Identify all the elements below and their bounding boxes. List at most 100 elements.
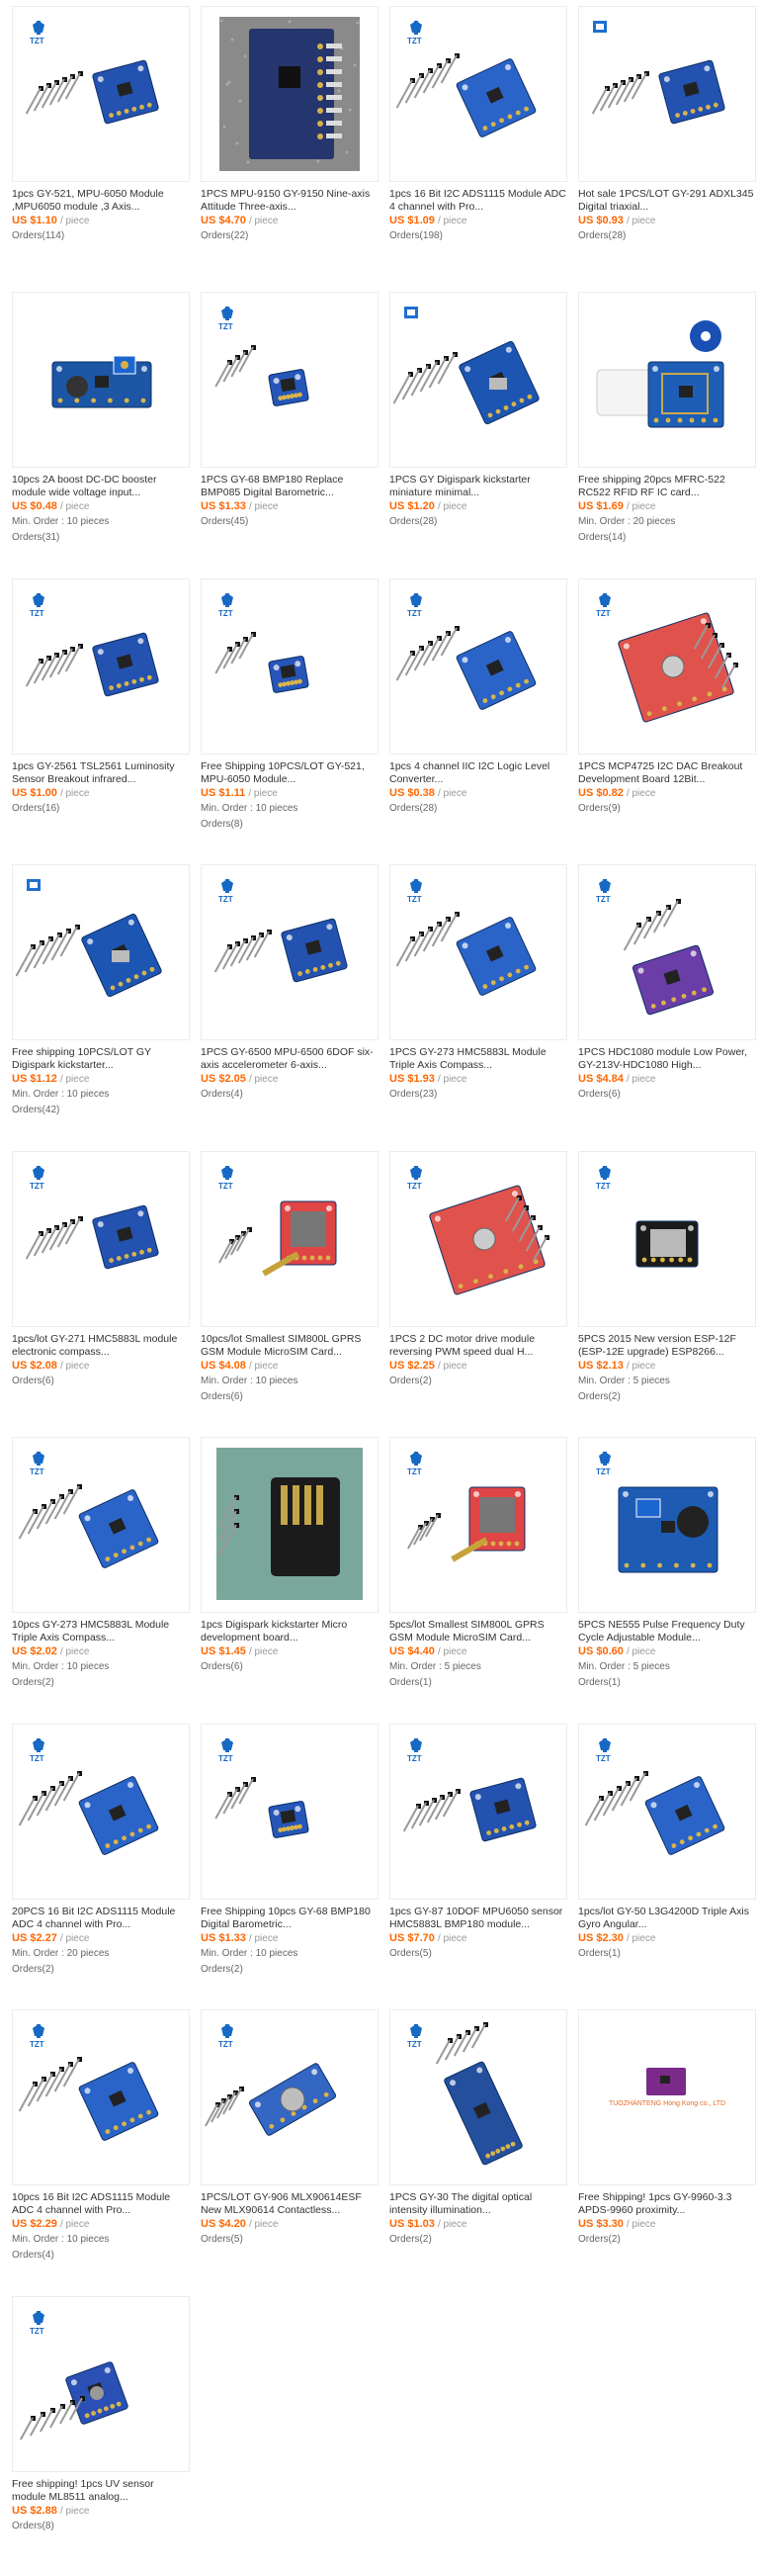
orders-count[interactable]: Orders(4): [201, 1089, 243, 1100]
orders-count[interactable]: Orders(1): [578, 1677, 621, 1688]
orders-count[interactable]: Orders(9): [578, 803, 621, 814]
product-card[interactable]: Hot sale 1PCS/LOT GY-291 ADXL345 Digital…: [578, 6, 756, 286]
orders-count[interactable]: Orders(28): [578, 230, 626, 241]
product-title[interactable]: 1PCS MPU-9150 GY-9150 Nine-axis Attitude…: [201, 188, 379, 213]
product-image[interactable]: [12, 864, 190, 1040]
product-title[interactable]: 1pcs/lot GY-271 HMC5883L module electron…: [12, 1333, 190, 1358]
orders-count[interactable]: Orders(5): [201, 2234, 243, 2245]
product-title[interactable]: 20PCS 16 Bit I2C ADS1115 Module ADC 4 ch…: [12, 1906, 190, 1930]
product-title[interactable]: 1pcs GY-2561 TSL2561 Luminosity Sensor B…: [12, 760, 190, 785]
product-image[interactable]: TZT: [12, 1724, 190, 1900]
product-image[interactable]: TZT: [578, 1437, 756, 1613]
product-title[interactable]: 1pcs 16 Bit I2C ADS1115 Module ADC 4 cha…: [389, 188, 567, 213]
product-title[interactable]: 1PCS GY Digispark kickstarter miniature …: [389, 474, 567, 498]
orders-count[interactable]: Orders(4): [12, 2250, 54, 2261]
product-title[interactable]: 1PCS/LOT GY-906 MLX90614ESF New MLX90614…: [201, 2191, 379, 2216]
product-card[interactable]: TZT 1pcs GY-2561 TSL2561 Luminosity Senso…: [12, 578, 190, 858]
product-title[interactable]: Free shipping 10PCS/LOT GY Digispark kic…: [12, 1046, 190, 1071]
product-image[interactable]: [389, 292, 567, 468]
orders-count[interactable]: Orders(2): [12, 1677, 54, 1688]
product-title[interactable]: Free Shipping 10PCS/LOT GY-521, MPU-6050…: [201, 760, 379, 785]
product-card[interactable]: 1pcs Digispark kickstarter Micro develop…: [201, 1437, 379, 1717]
product-card[interactable]: 1PCS MPU-9150 GY-9150 Nine-axis Attitude…: [201, 6, 379, 286]
product-image[interactable]: TZT: [12, 2009, 190, 2185]
orders-count[interactable]: Orders(114): [12, 230, 64, 241]
product-image[interactable]: TZT: [201, 292, 379, 468]
product-image[interactable]: TZT: [578, 1151, 756, 1327]
product-image[interactable]: [578, 6, 756, 182]
product-image[interactable]: TZT: [12, 1437, 190, 1613]
product-image[interactable]: TZT: [201, 864, 379, 1040]
product-title[interactable]: 1pcs GY-521, MPU-6050 Module ,MPU6050 mo…: [12, 188, 190, 213]
orders-count[interactable]: Orders(14): [578, 532, 626, 543]
product-image[interactable]: TZT: [389, 864, 567, 1040]
orders-count[interactable]: Orders(1): [578, 1948, 621, 1959]
product-image[interactable]: [201, 1437, 379, 1613]
product-title[interactable]: 1PCS 2 DC motor drive module reversing P…: [389, 1333, 567, 1358]
product-title[interactable]: 10pcs 2A boost DC-DC booster module wide…: [12, 474, 190, 498]
product-image[interactable]: TZT: [201, 578, 379, 755]
product-card[interactable]: TZT Free Shipping 10PCS/LOT GY-521, MPU-6…: [201, 578, 379, 858]
product-title[interactable]: 1pcs/lot GY-50 L3G4200D Triple Axis Gyro…: [578, 1906, 756, 1930]
product-title[interactable]: 10pcs 16 Bit I2C ADS1115 Module ADC 4 ch…: [12, 2191, 190, 2216]
product-card[interactable]: TZT 1PCS GY-68 BMP180 Replace BMP085 Digi…: [201, 292, 379, 572]
product-title[interactable]: 1PCS GY-30 The digital optical intensity…: [389, 2191, 567, 2216]
product-card[interactable]: Free shipping 10PCS/LOT GY Digispark kic…: [12, 864, 190, 1144]
product-image[interactable]: TUOZHANTENG Hong Kong co., LTD: [578, 2009, 756, 2185]
orders-count[interactable]: Orders(6): [201, 1391, 243, 1402]
product-card[interactable]: TZT 1PCS MCP4725 I2C DAC Breakout Develop…: [578, 578, 756, 858]
orders-count[interactable]: Orders(31): [12, 532, 59, 543]
product-title[interactable]: Free shipping! 1pcs UV sensor module ML8…: [12, 2478, 190, 2503]
orders-count[interactable]: Orders(28): [389, 803, 437, 814]
product-card[interactable]: TZT Free shipping! 1pcs UV sensor module …: [12, 2296, 190, 2576]
product-card[interactable]: TZT 1PCS 2 DC motor drive module reversin…: [389, 1151, 567, 1431]
product-card[interactable]: 10pcs 2A boost DC-DC booster module wide…: [12, 292, 190, 572]
product-title[interactable]: 1PCS GY-68 BMP180 Replace BMP085 Digital…: [201, 474, 379, 498]
orders-count[interactable]: Orders(2): [389, 2234, 432, 2245]
product-title[interactable]: 5pcs/lot Smallest SIM800L GPRS GSM Modul…: [389, 1619, 567, 1643]
product-title[interactable]: 1PCS GY-6500 MPU-6500 6DOF six-axis acce…: [201, 1046, 379, 1071]
product-card[interactable]: TZT 1pcs GY-87 10DOF MPU6050 sensor HMC58…: [389, 1724, 567, 2003]
product-title[interactable]: 5PCS NE555 Pulse Frequency Duty Cycle Ad…: [578, 1619, 756, 1643]
orders-count[interactable]: Orders(6): [201, 1661, 243, 1672]
product-image[interactable]: TZT: [578, 1724, 756, 1900]
product-image[interactable]: [12, 292, 190, 468]
orders-count[interactable]: Orders(28): [389, 516, 437, 527]
orders-count[interactable]: Orders(2): [578, 1391, 621, 1402]
product-image[interactable]: TZT: [389, 6, 567, 182]
product-card[interactable]: TZT 1PCS HDC1080 module Low Power, GY-213…: [578, 864, 756, 1144]
product-card[interactable]: TZT 1pcs 16 Bit I2C ADS1115 Module ADC 4 …: [389, 6, 567, 286]
product-title[interactable]: Free Shipping 10pcs GY-68 BMP180 Digital…: [201, 1906, 379, 1930]
product-image[interactable]: TZT: [578, 578, 756, 755]
orders-count[interactable]: Orders(5): [389, 1948, 432, 1959]
product-image[interactable]: TZT: [201, 1151, 379, 1327]
product-image[interactable]: TZT: [201, 2009, 379, 2185]
product-title[interactable]: 1pcs GY-87 10DOF MPU6050 sensor HMC5883L…: [389, 1906, 567, 1930]
product-card[interactable]: TZT 1pcs 4 channel IIC I2C Logic Level Co…: [389, 578, 567, 858]
orders-count[interactable]: Orders(16): [12, 803, 59, 814]
product-image[interactable]: TZT: [389, 1437, 567, 1613]
orders-count[interactable]: Orders(2): [578, 2234, 621, 2245]
product-image[interactable]: TZT: [578, 864, 756, 1040]
orders-count[interactable]: Orders(42): [12, 1105, 59, 1115]
product-card[interactable]: TZT 1PCS GY-273 HMC5883L Module Triple Ax…: [389, 864, 567, 1144]
product-title[interactable]: Free Shipping! 1pcs GY-9960-3.3 APDS-996…: [578, 2191, 756, 2216]
product-card[interactable]: TZT 1pcs GY-521, MPU-6050 Module ,MPU6050…: [12, 6, 190, 286]
orders-count[interactable]: Orders(8): [201, 819, 243, 830]
product-card[interactable]: TZT 10pcs 16 Bit I2C ADS1115 Module ADC 4…: [12, 2009, 190, 2289]
orders-count[interactable]: Orders(2): [389, 1376, 432, 1386]
product-title[interactable]: Free shipping 20pcs MFRC-522 RC522 RFID …: [578, 474, 756, 498]
product-title[interactable]: 10pcs/lot Smallest SIM800L GPRS GSM Modu…: [201, 1333, 379, 1358]
product-title[interactable]: 1PCS HDC1080 module Low Power, GY-213V-H…: [578, 1046, 756, 1071]
product-card[interactable]: TZT 1PCS/LOT GY-906 MLX90614ESF New MLX90…: [201, 2009, 379, 2289]
product-card[interactable]: TZT 1PCS GY-6500 MPU-6500 6DOF six-axis a…: [201, 864, 379, 1144]
product-card[interactable]: TZT Free Shipping 10pcs GY-68 BMP180 Digi…: [201, 1724, 379, 2003]
product-card[interactable]: TZT 5PCS 2015 New version ESP-12F (ESP-12…: [578, 1151, 756, 1431]
orders-count[interactable]: Orders(6): [578, 1089, 621, 1100]
product-card[interactable]: TZT 20PCS 16 Bit I2C ADS1115 Module ADC 4…: [12, 1724, 190, 2003]
product-title[interactable]: 1pcs 4 channel IIC I2C Logic Level Conve…: [389, 760, 567, 785]
product-image[interactable]: TZT: [201, 1724, 379, 1900]
product-card[interactable]: TZT 1PCS GY-30 The digital optical intens…: [389, 2009, 567, 2289]
orders-count[interactable]: Orders(6): [12, 1376, 54, 1386]
orders-count[interactable]: Orders(23): [389, 1089, 437, 1100]
